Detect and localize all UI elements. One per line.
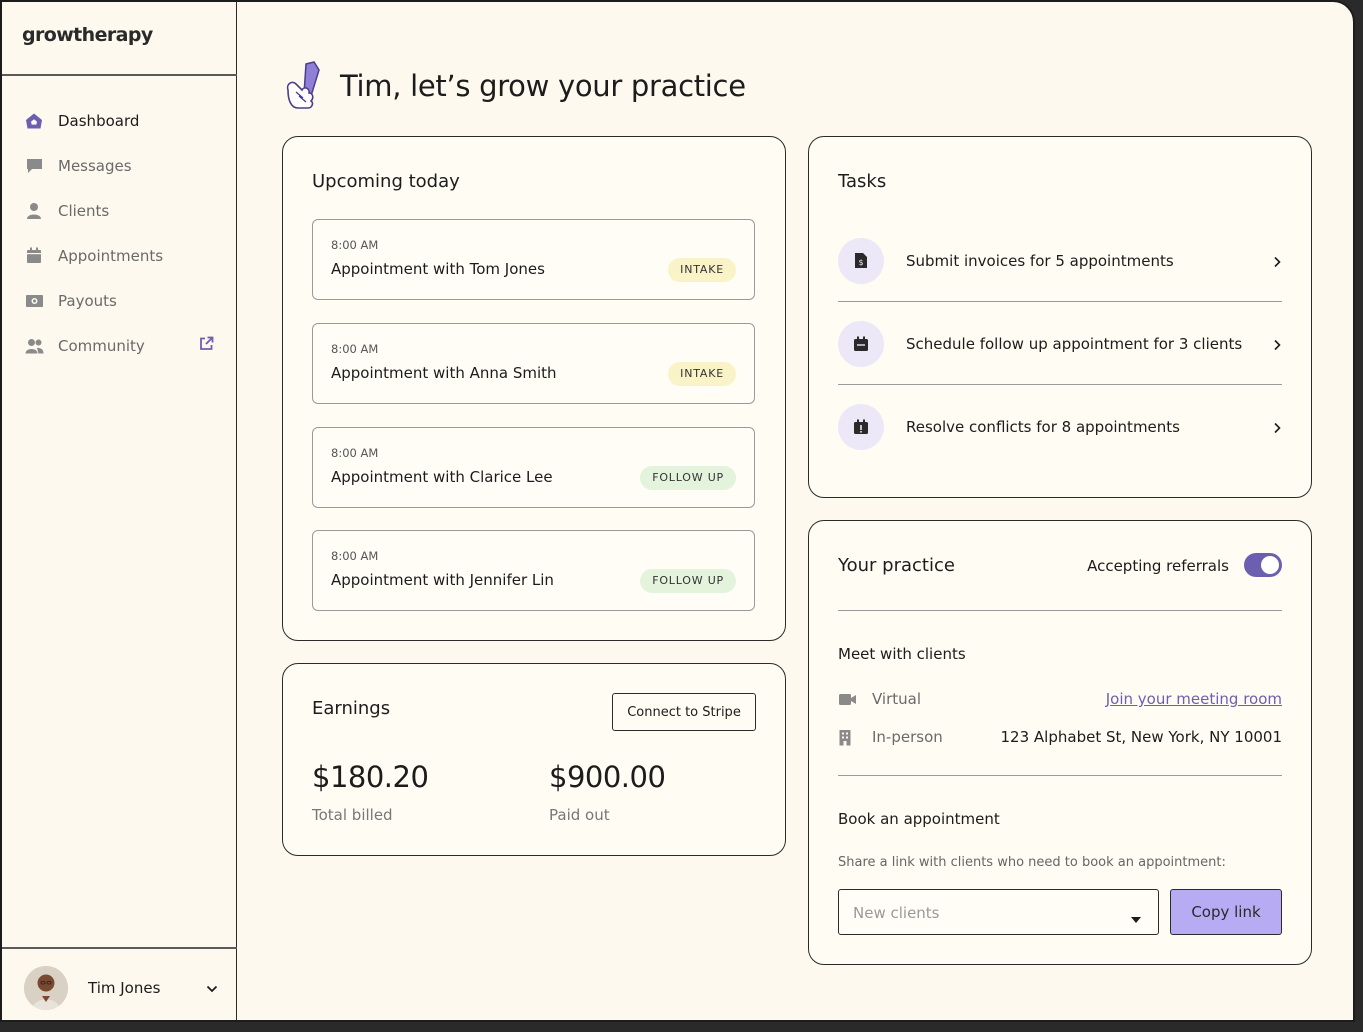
meeting-room-link[interactable]: Join your meeting room bbox=[1106, 690, 1282, 708]
home-icon bbox=[24, 111, 44, 131]
office-address: 123 Alphabet St, New York, NY 10001 bbox=[1000, 728, 1282, 746]
people-icon bbox=[24, 336, 44, 356]
chevron-right-icon bbox=[1272, 420, 1282, 434]
divider bbox=[2, 947, 237, 949]
brand-logo: growtherapy bbox=[22, 24, 153, 46]
sidebar-item-payouts[interactable]: Payouts bbox=[2, 278, 237, 323]
virtual-row: Virtual Join your meeting room bbox=[838, 688, 1282, 710]
sidebar-item-appointments[interactable]: Appointments bbox=[2, 233, 237, 278]
task-item[interactable]: $ Submit invoices for 5 appointments bbox=[838, 219, 1282, 302]
intake-badge: INTAKE bbox=[668, 258, 736, 282]
referrals-label: Accepting referrals bbox=[1087, 557, 1229, 575]
appointment-time: 8:00 AM bbox=[331, 238, 379, 252]
practice-card: Your practice Accepting referrals Meet w… bbox=[808, 520, 1312, 965]
building-icon bbox=[838, 728, 858, 746]
cash-icon bbox=[24, 291, 44, 311]
external-link-icon[interactable] bbox=[199, 336, 215, 352]
chevron-right-icon bbox=[1272, 254, 1282, 268]
total-billed-amount: $180.20 bbox=[312, 760, 429, 794]
appointment-title: Appointment with Clarice Lee bbox=[331, 468, 553, 486]
appointment-title: Appointment with Tom Jones bbox=[331, 260, 545, 278]
chevron-down-icon[interactable] bbox=[205, 981, 219, 995]
invoice-icon: $ bbox=[838, 237, 884, 284]
sidebar-item-clients[interactable]: Clients bbox=[2, 188, 237, 233]
copy-link-button[interactable]: Copy link bbox=[1170, 889, 1282, 935]
calendar-add-icon bbox=[838, 320, 884, 367]
card-title: Tasks bbox=[838, 171, 887, 192]
referrals-toggle[interactable] bbox=[1244, 553, 1282, 577]
sidebar-nav: Dashboard Messages Clients Appointments bbox=[2, 98, 237, 368]
sidebar-item-community[interactable]: Community bbox=[2, 323, 237, 368]
sidebar-item-label: Clients bbox=[58, 201, 110, 220]
client-type-select[interactable]: New clients bbox=[838, 889, 1159, 935]
sidebar-item-label: Payouts bbox=[58, 291, 117, 310]
sidebar-item-label: Dashboard bbox=[58, 111, 140, 130]
page-title: Tim, let’s grow your practice bbox=[340, 69, 746, 103]
caret-down-icon bbox=[1130, 909, 1142, 923]
calendar-alert-icon bbox=[838, 403, 884, 450]
task-item[interactable]: Resolve conflicts for 8 appointments bbox=[838, 385, 1282, 468]
sidebar-item-label: Community bbox=[58, 336, 145, 355]
intake-badge: INTAKE bbox=[668, 362, 736, 386]
total-billed-label: Total billed bbox=[312, 806, 393, 824]
card-title: Earnings bbox=[312, 698, 391, 719]
paid-out-label: Paid out bbox=[549, 806, 610, 824]
card-title: Upcoming today bbox=[312, 171, 460, 192]
appointment-item[interactable]: 8:00 AM Appointment with Anna Smith INTA… bbox=[312, 323, 755, 404]
toggle-knob bbox=[1261, 556, 1279, 574]
task-label: Submit invoices for 5 appointments bbox=[906, 251, 1174, 270]
task-label: Schedule follow up appointment for 3 cli… bbox=[906, 334, 1243, 353]
task-label: Resolve conflicts for 8 appointments bbox=[906, 417, 1180, 436]
chevron-right-icon bbox=[1272, 337, 1282, 351]
book-section-title: Book an appointment bbox=[838, 810, 1000, 828]
person-icon bbox=[24, 201, 44, 221]
virtual-label: Virtual bbox=[872, 690, 922, 708]
select-value: New clients bbox=[853, 904, 940, 922]
calendar-icon bbox=[24, 246, 44, 266]
divider bbox=[838, 610, 1282, 612]
meet-section-title: Meet with clients bbox=[838, 645, 966, 663]
hand-pencil-icon bbox=[282, 60, 326, 112]
appointment-item[interactable]: 8:00 AM Appointment with Clarice Lee FOL… bbox=[312, 427, 755, 508]
follow-up-badge: FOLLOW UP bbox=[640, 569, 736, 593]
user-menu[interactable]: Tim Jones bbox=[24, 966, 219, 1010]
divider bbox=[2, 74, 237, 76]
app-window: growtherapy Dashboard Messages Clients A… bbox=[0, 0, 1355, 1022]
svg-text:$: $ bbox=[858, 258, 863, 267]
appointment-title: Appointment with Anna Smith bbox=[331, 364, 557, 382]
sidebar-item-label: Appointments bbox=[58, 246, 164, 265]
card-title: Your practice bbox=[838, 555, 955, 576]
upcoming-card: Upcoming today 8:00 AM Appointment with … bbox=[282, 136, 786, 641]
task-item[interactable]: Schedule follow up appointment for 3 cli… bbox=[838, 302, 1282, 385]
sidebar-item-dashboard[interactable]: Dashboard bbox=[2, 98, 237, 143]
paid-out-amount: $900.00 bbox=[549, 760, 666, 794]
sidebar: growtherapy Dashboard Messages Clients A… bbox=[2, 2, 237, 1020]
chat-bubble-icon bbox=[24, 156, 44, 176]
follow-up-badge: FOLLOW UP bbox=[640, 466, 736, 490]
divider bbox=[838, 775, 1282, 777]
appointment-time: 8:00 AM bbox=[331, 549, 379, 563]
greeting: Tim, let’s grow your practice bbox=[282, 60, 746, 112]
avatar bbox=[24, 966, 68, 1010]
share-description: Share a link with clients who need to bo… bbox=[838, 855, 1226, 870]
sidebar-item-messages[interactable]: Messages bbox=[2, 143, 237, 188]
tasks-card: Tasks $ Submit invoices for 5 appointmen… bbox=[808, 136, 1312, 498]
video-camera-icon bbox=[838, 690, 858, 708]
in-person-row: In-person 123 Alphabet St, New York, NY … bbox=[838, 726, 1282, 748]
connect-stripe-button[interactable]: Connect to Stripe bbox=[612, 693, 756, 731]
appointment-title: Appointment with Jennifer Lin bbox=[331, 571, 554, 589]
user-name: Tim Jones bbox=[88, 979, 161, 997]
appointment-time: 8:00 AM bbox=[331, 446, 379, 460]
earnings-card: Earnings Connect to Stripe $180.20 Total… bbox=[282, 663, 786, 856]
in-person-label: In-person bbox=[872, 728, 943, 746]
appointment-item[interactable]: 8:00 AM Appointment with Jennifer Lin FO… bbox=[312, 530, 755, 611]
appointment-time: 8:00 AM bbox=[331, 342, 379, 356]
appointment-item[interactable]: 8:00 AM Appointment with Tom Jones INTAK… bbox=[312, 219, 755, 300]
sidebar-item-label: Messages bbox=[58, 156, 132, 175]
